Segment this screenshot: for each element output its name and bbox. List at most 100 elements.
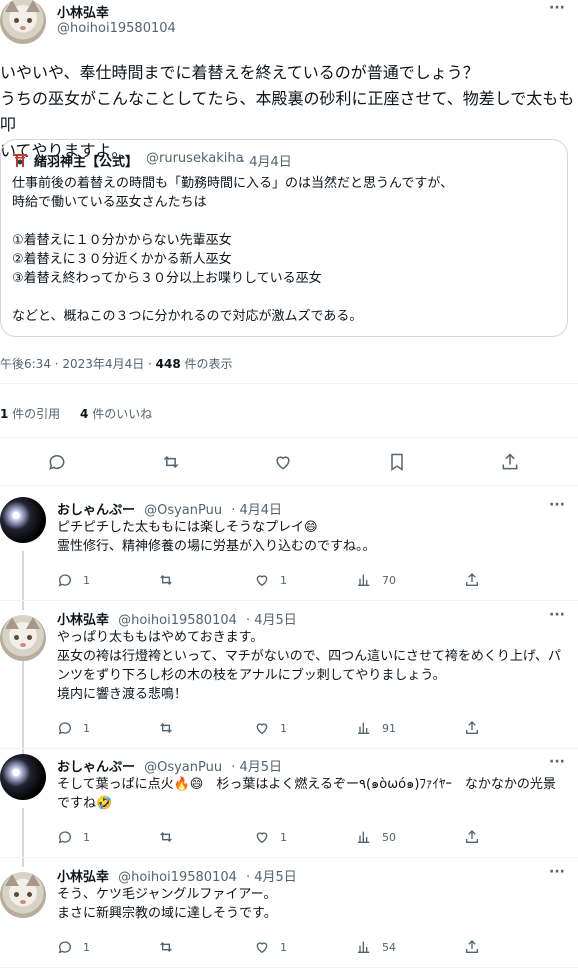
avatar[interactable] [0, 615, 46, 661]
quote-line: ③着替え終わってから３０分以上お喋りしている巫女 [12, 271, 322, 286]
retweet-icon[interactable] [161, 452, 181, 472]
reply-line: 霊性修行、精神修養の場に労基が入り込むのですね。。 [57, 539, 376, 554]
views-action[interactable]: 91 [356, 720, 396, 736]
reply-line: 境内に響き渡る悲鳴！ [57, 687, 188, 702]
retweet-icon [158, 720, 174, 736]
share-action[interactable] [464, 572, 480, 588]
author-handle[interactable]: @hoihoi19580104 [118, 870, 237, 885]
more-options-icon[interactable]: ··· [549, 754, 565, 770]
share-action[interactable] [464, 939, 480, 955]
reply-text: そして葉っぱに点火🔥😄 杉っ葉はよく燃えるぞー٩(๑òωó๑)ﾌｧｲﾔｰ なかな… [57, 775, 575, 813]
views-action[interactable]: 70 [356, 572, 396, 588]
views-count: 448 [155, 357, 181, 371]
quote-text: 仕事前後の着替えの時間も「勤務時間に入る」のは当然だと思うんですが、 時給で働い… [12, 174, 557, 326]
author-handle[interactable]: @hoihoi19580104 [57, 21, 176, 36]
reply-date[interactable]: · 4月4日 [231, 503, 282, 518]
reply-action[interactable]: 1 [57, 572, 90, 588]
quote-date: · 4月4日 [241, 155, 292, 170]
reply-text: ピチピチした太ももには楽しそうなプレイ😄 霊性修行、精神修養の場に労基が入り込むの… [57, 518, 575, 556]
bookmark-icon[interactable] [387, 452, 407, 472]
avatar[interactable] [0, 754, 46, 800]
author-name[interactable]: 小林弘幸 [57, 2, 109, 21]
reply-count: 1 [83, 830, 90, 844]
like-action[interactable]: 1 [254, 720, 287, 736]
more-options-icon[interactable]: ··· [549, 497, 565, 513]
views-action[interactable]: 50 [356, 829, 396, 845]
reply-text: やっぱり太ももはやめておきます。巫女の袴は行燈袴といって、マチがないので、四つん… [57, 628, 575, 704]
retweet-action[interactable] [158, 829, 184, 845]
views-count: 70 [382, 573, 396, 587]
reply-line: ピチピチした太ももには楽しそうなプレイ😄 [57, 520, 318, 535]
like-action[interactable]: 1 [254, 829, 287, 845]
retweet-icon [158, 939, 174, 955]
reply-date[interactable]: · 4月5日 [246, 613, 297, 628]
reply-line: そして葉っぱに点火🔥😄 杉っ葉はよく燃えるぞー٩(๑òωó๑)ﾌｧｲﾔｰ なかな… [57, 777, 556, 792]
author-name[interactable]: 小林弘幸 [57, 613, 109, 628]
reply-action[interactable]: 1 [57, 829, 90, 845]
retweet-action[interactable] [158, 572, 184, 588]
tweet-meta: 午後6:34 · 2023年4月4日 · 448 件の表示 [0, 355, 233, 372]
retweet-icon [158, 829, 174, 845]
avatar[interactable] [0, 0, 46, 44]
reply-count: 1 [83, 573, 90, 587]
reply-date[interactable]: · 4月5日 [231, 760, 282, 775]
views-count: 50 [382, 830, 396, 844]
retweet-action[interactable] [158, 939, 184, 955]
reply-line: ンツをずり下ろし杉の木の枝をアナルにブッ刺してやりましょう。 [57, 668, 446, 683]
like-icon [254, 939, 270, 955]
like-icon [254, 829, 270, 845]
share-icon [464, 572, 480, 588]
quotes-link[interactable]: 1 件の引用 [0, 407, 60, 421]
divider [0, 857, 578, 858]
reply-date[interactable]: · 4月5日 [246, 870, 297, 885]
quote-author-name: 緒羽神主【公式】 [34, 155, 139, 170]
share-action[interactable] [464, 720, 480, 736]
reply-line: 巫女の袴は行燈袴といって、マチがないので、四つん這いにさせて袴をめくり上げ、パ [57, 649, 562, 664]
divider [0, 748, 578, 749]
reply-icon [57, 572, 73, 588]
views-count: 54 [382, 940, 396, 954]
avatar[interactable] [0, 497, 46, 543]
avatar[interactable] [0, 872, 46, 918]
share-action[interactable] [464, 829, 480, 845]
author-name[interactable]: 小林弘幸 [57, 870, 109, 885]
more-options-icon[interactable]: ··· [549, 864, 565, 880]
likes-link[interactable]: 4 件のいいね [80, 407, 152, 421]
like-count: 1 [280, 830, 287, 844]
reply-action[interactable]: 1 [57, 939, 90, 955]
like-action[interactable]: 1 [254, 572, 287, 588]
quote-author-handle: @rurusekakiha [146, 151, 244, 166]
quote-line: 仕事前後の着替えの時間も「勤務時間に入る」のは当然だと思うんですが、 [12, 176, 454, 191]
quoted-tweet[interactable]: 緒羽神主【公式】 @rurusekakiha · 4月4日 仕事前後の着替えの時… [0, 139, 568, 337]
views-action[interactable]: 54 [356, 939, 396, 955]
share-icon[interactable] [500, 452, 520, 472]
reply-icon [57, 720, 73, 736]
like-action[interactable]: 1 [254, 939, 287, 955]
like-icon [254, 720, 270, 736]
like-icon [254, 572, 270, 588]
author-name[interactable]: おしゃんぷー [57, 503, 135, 518]
like-icon[interactable] [273, 452, 293, 472]
like-count: 1 [280, 721, 287, 735]
more-options-icon[interactable]: ··· [549, 0, 565, 16]
timestamp[interactable]: 午後6:34 · 2023年4月4日 · [0, 357, 156, 371]
quote-line [12, 212, 557, 231]
quote-line: 時給で働いている巫女さんたちは [12, 195, 207, 210]
retweet-action[interactable] [158, 720, 184, 736]
reply-line: ですね🤣 [57, 796, 113, 811]
views-icon [356, 720, 372, 736]
author-handle[interactable]: @OsyanPuu [144, 503, 222, 518]
reply-icon[interactable] [47, 452, 67, 472]
author-name[interactable]: おしゃんぷー [57, 760, 135, 775]
author-handle[interactable]: @OsyanPuu [144, 760, 222, 775]
reply-line: やっぱり太ももはやめておきます。 [57, 630, 264, 645]
more-options-icon[interactable]: ··· [549, 607, 565, 623]
views-icon [356, 829, 372, 845]
author-handle[interactable]: @hoihoi19580104 [118, 613, 237, 628]
quotes-label: 件の引用 [8, 407, 61, 421]
divider [0, 383, 578, 384]
share-icon [464, 939, 480, 955]
reply-action[interactable]: 1 [57, 720, 90, 736]
views-icon [356, 572, 372, 588]
likes-label: 件のいいね [88, 407, 153, 421]
